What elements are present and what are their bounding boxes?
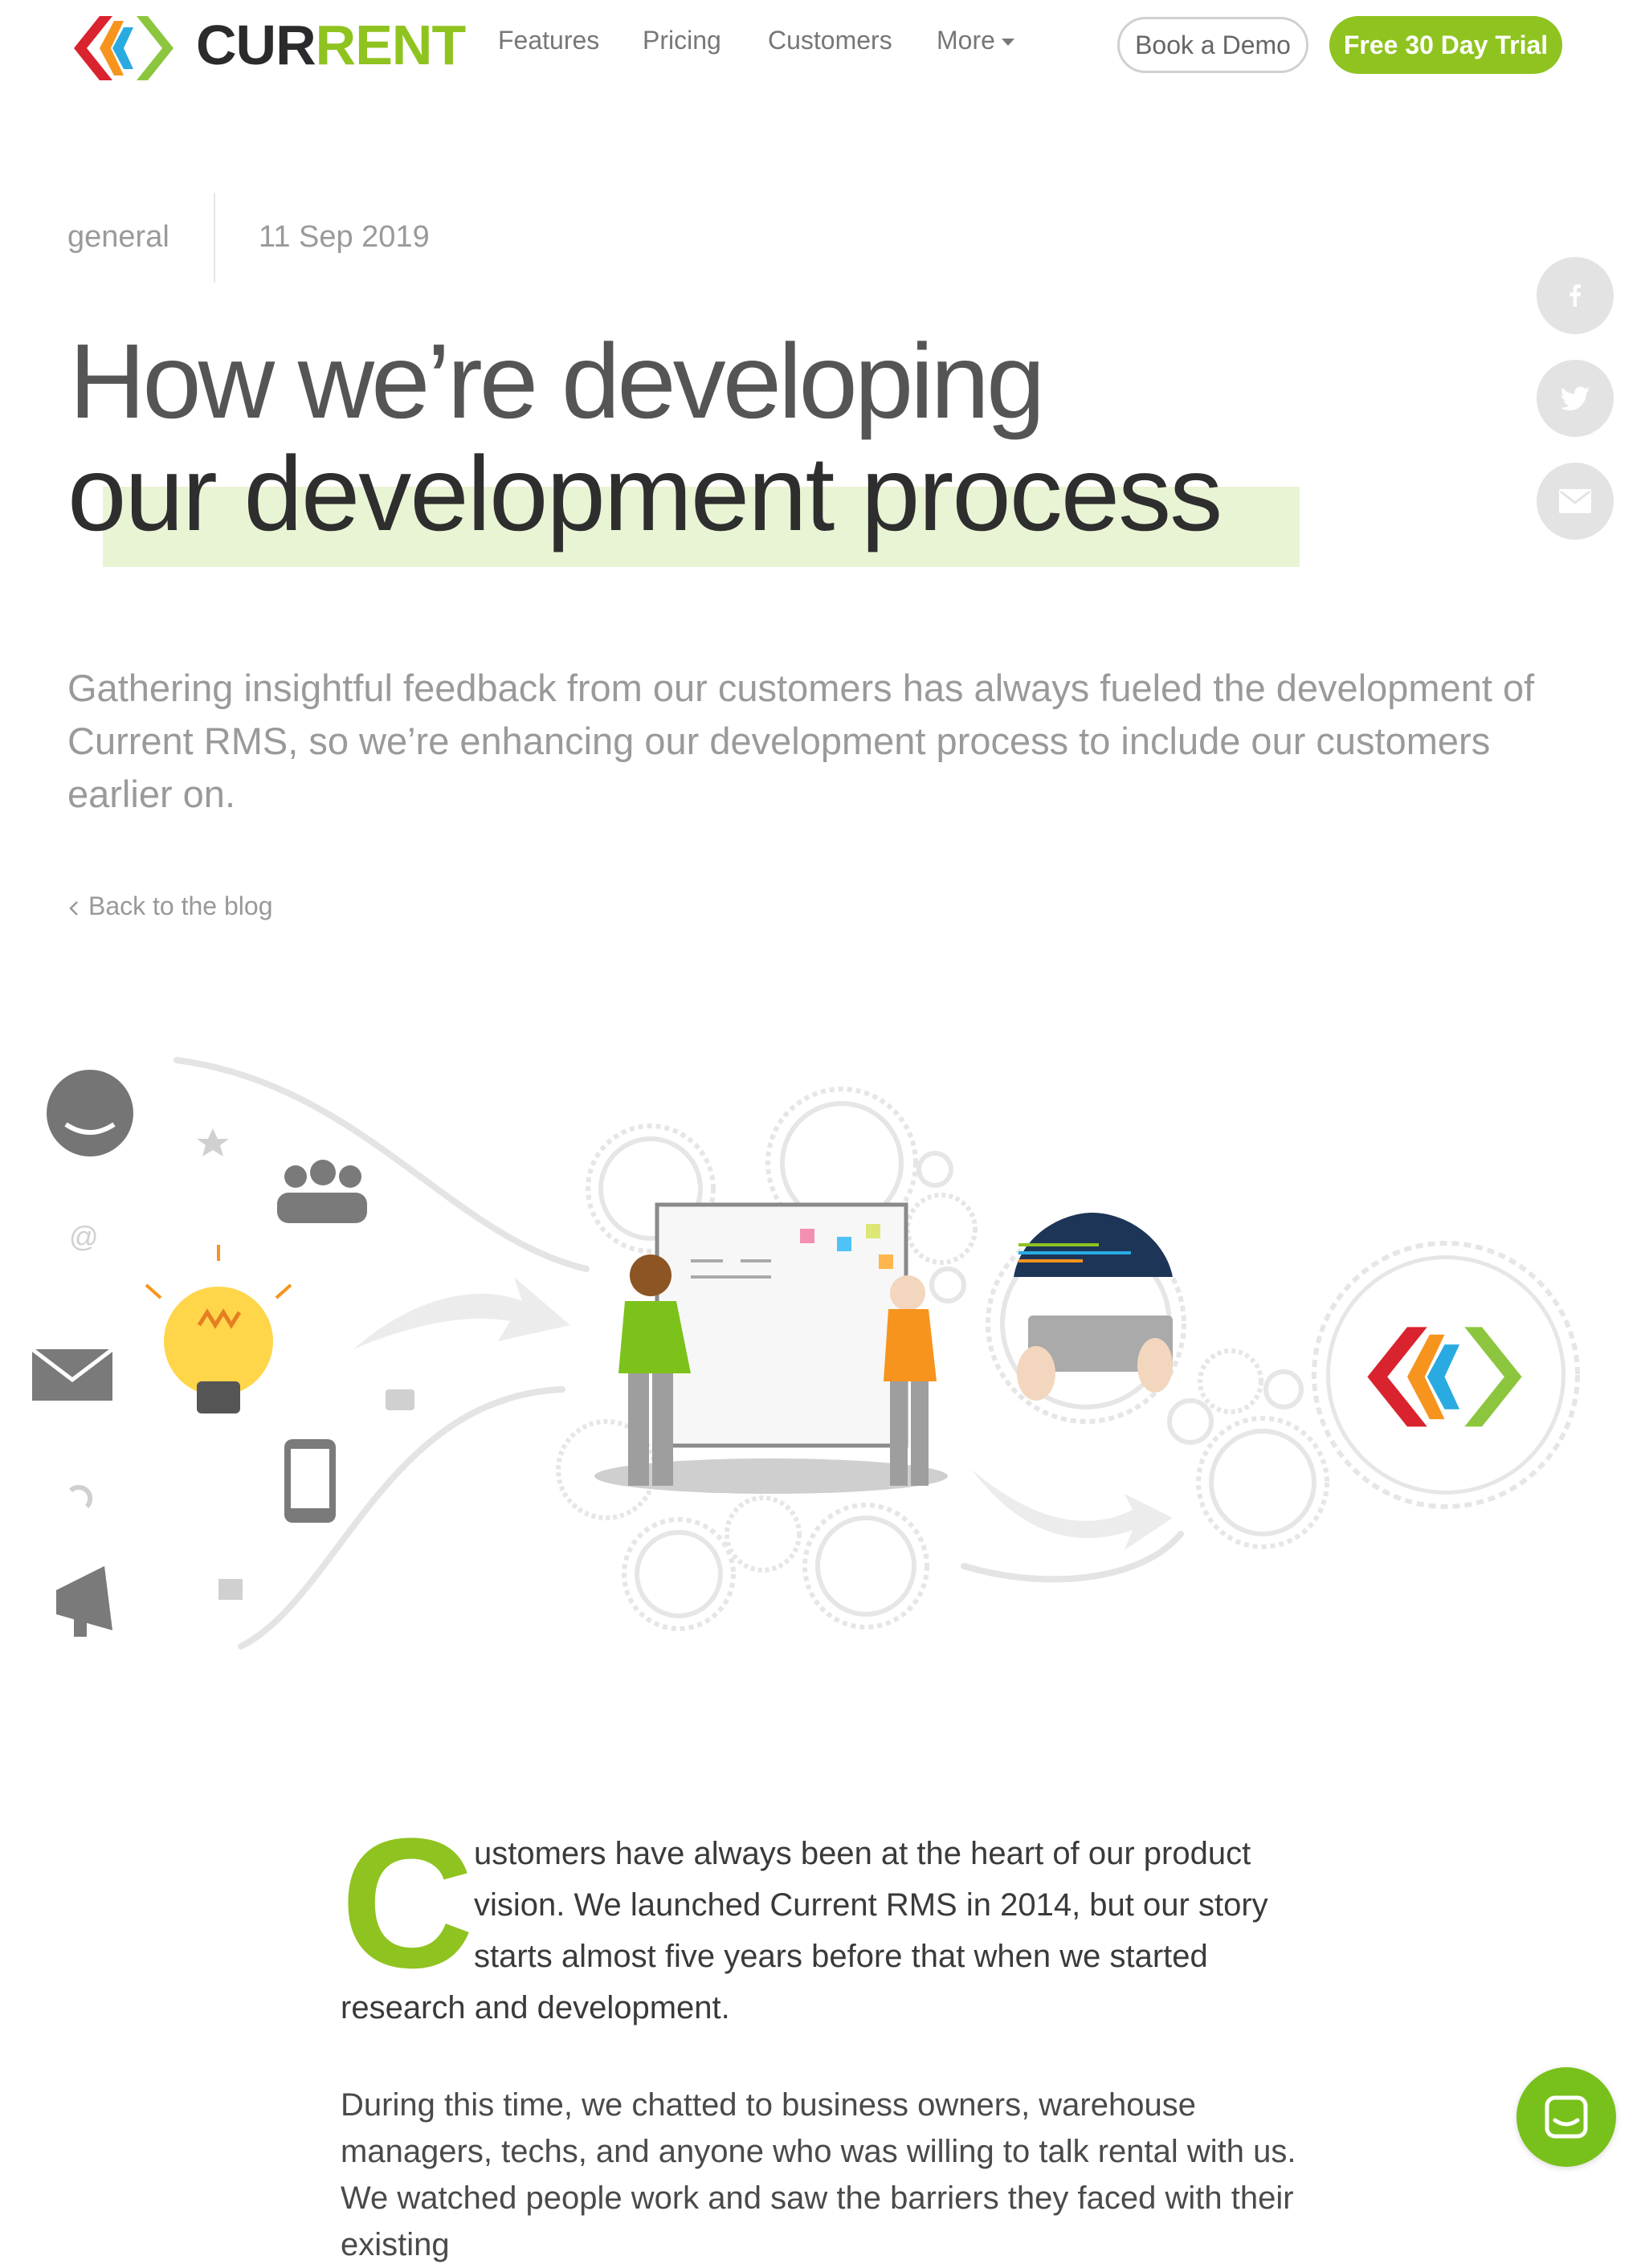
star-icon [197,1128,229,1156]
current-wordmark[interactable]: CURRENT [196,11,467,79]
gear [635,1530,723,1618]
envelope-icon [31,1348,114,1401]
share-twitter-button[interactable] [1537,360,1614,437]
body-paragraph-1: ustomers have always been at the heart o… [341,1828,1288,2033]
left-icon-cluster: @ [31,1070,414,1637]
gear [1167,1398,1214,1445]
hand [1017,1346,1055,1401]
whiteboard [655,1202,908,1448]
caret-down-icon [1001,39,1014,47]
post-title-line2: our development process [67,434,1223,553]
nav-pricing[interactable]: Pricing [643,24,721,56]
flow-arrow-right [972,1470,1173,1550]
email-icon [1559,489,1591,513]
sticky-note [837,1237,851,1251]
gear [1198,1348,1263,1414]
people-icon [277,1160,367,1223]
post-intro: Gathering insightful feedback from our c… [67,667,1535,815]
speech-bubble-icon [386,1389,414,1410]
book-demo-button[interactable]: Book a Demo [1117,17,1308,73]
back-to-blog-label: Back to the blog [88,891,273,920]
gear [929,1267,966,1303]
post-category[interactable]: general [67,218,169,255]
lightbulb-icon [145,1245,292,1413]
computer-monitor [1014,1213,1173,1401]
nav-more[interactable]: More [937,24,1014,56]
twitter-icon [1560,386,1590,410]
thumbs-up-icon [218,1579,243,1600]
whiteboard-scene [594,1202,948,1494]
meta-divider [214,193,215,283]
gear [622,1517,736,1631]
gear [815,1515,916,1617]
nav-more-label: More [937,26,995,55]
colleague-head [890,1275,925,1311]
gear [916,1151,953,1188]
current-logo[interactable] [67,10,180,87]
flow-arrow-left [353,1277,570,1349]
presenter-head [630,1254,671,1296]
nav-features[interactable]: Features [498,24,599,56]
hand [1137,1338,1173,1393]
colleague-jacket [884,1309,937,1381]
sticky-note [879,1254,893,1269]
chevron-left-icon [69,900,78,916]
gear [1263,1369,1304,1409]
sticky-note [800,1229,814,1243]
gear [1196,1416,1329,1549]
chat-icon [1545,2095,1588,2139]
wordmark-prefix: CUR [196,14,316,76]
development-process-illustration: @ [31,1057,1580,1650]
back-to-blog-link[interactable]: Back to the blog [67,890,272,922]
live-chat-button[interactable] [1516,2067,1616,2167]
body-paragraph-2: During this time, we chatted to business… [341,2087,1296,2262]
gear [725,1495,802,1573]
body-paragraph-1-text: ustomers have always been at the heart o… [341,1836,1268,2025]
flow-line-top [173,1057,590,1272]
gear [802,1503,929,1630]
facebook-icon [1569,284,1582,307]
phone-call-icon [68,1484,93,1509]
wordmark-suffix: RENT [315,14,467,76]
post-title-line1: How we’re developing [69,322,1045,440]
gear-hub [1330,1259,1561,1491]
post-date: 11 Sep 2019 [259,220,430,254]
chat-bubble-icon [47,1070,133,1156]
at-sign-icon: @ [69,1220,99,1253]
dropcap-spacer [341,1828,474,1982]
gear [1209,1429,1316,1536]
free-trial-button[interactable]: Free 30 Day Trial [1329,16,1562,74]
gear [905,1193,978,1265]
flow-line-right [961,1531,1184,1583]
megaphone-icon [56,1566,112,1637]
share-facebook-button[interactable] [1537,257,1614,334]
share-email-button[interactable] [1537,463,1614,540]
sticky-note [866,1224,880,1238]
nav-customers[interactable]: Customers [768,24,892,56]
